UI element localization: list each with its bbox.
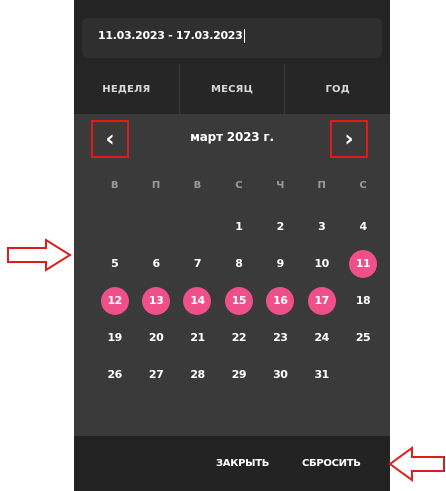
weekday-label: В [193, 180, 202, 191]
calendar-day[interactable]: 28 [177, 356, 218, 393]
calendar-day-label: 1 [235, 220, 243, 233]
calendar-day-label: 31 [314, 368, 329, 381]
calendar-day[interactable]: 16 [260, 282, 301, 319]
calendar-day[interactable]: 5 [94, 245, 135, 282]
calendar-day-label: 28 [190, 368, 205, 381]
calendar-day[interactable]: 15 [218, 282, 259, 319]
weekday-label: В [110, 180, 119, 191]
calendar-day-label: 23 [273, 331, 288, 344]
weekday-label: Ч [276, 180, 285, 191]
calendar-day-label: 25 [355, 331, 371, 344]
calendar-day-label: 15 [224, 286, 253, 315]
calendar-day[interactable]: 10 [301, 245, 342, 282]
calendar-day-label: 17 [307, 286, 336, 315]
calendar-day[interactable]: 4 [342, 208, 383, 245]
calendar-day-label: 29 [231, 368, 247, 381]
calendar-empty-cell [135, 208, 176, 245]
calendar-day-label: 27 [148, 368, 164, 381]
calendar-day-label: 3 [318, 220, 326, 233]
date-input-area: 11.03.2023 - 17.03.2023 [74, 0, 390, 64]
calendar-day[interactable]: 20 [135, 319, 176, 356]
calendar-day-label [101, 213, 129, 241]
date-range-value: 11.03.2023 - 17.03.2023 [98, 29, 243, 42]
close-button[interactable]: ЗАКРЫТЬ [216, 458, 269, 469]
calendar-day-label: 30 [273, 368, 288, 381]
calendar-day-label: 6 [152, 257, 161, 270]
next-month-button[interactable]: › [330, 120, 368, 158]
calendar-day[interactable]: 19 [94, 319, 135, 356]
month-header: ‹ март 2023 г. › [74, 118, 390, 164]
calendar-day[interactable]: 14 [177, 282, 218, 319]
calendar-day[interactable]: 2 [260, 208, 301, 245]
calendar-day[interactable]: 21 [177, 319, 218, 356]
reset-button[interactable]: СБРОСИТЬ [302, 458, 361, 469]
calendar-day-label: 14 [183, 286, 212, 315]
calendar-day-label: 4 [359, 220, 367, 233]
calendar-day-label: 13 [142, 286, 171, 315]
calendar-day[interactable]: 27 [135, 356, 176, 393]
calendar-day-label: 2 [276, 220, 285, 233]
weekday-label: С [359, 180, 367, 191]
calendar-empty-cell [94, 208, 135, 245]
calendar-day-label: 18 [355, 294, 371, 307]
calendar-day[interactable]: 24 [301, 319, 342, 356]
weekday-label: П [317, 180, 326, 191]
chevron-right-icon: › [344, 126, 354, 152]
date-range-text: 11.03.2023 - 17.03.2023 [98, 29, 245, 43]
calendar-day[interactable]: 26 [94, 356, 135, 393]
calendar-day[interactable]: 29 [218, 356, 259, 393]
calendar-day[interactable]: 1 [218, 208, 259, 245]
calendar-day[interactable]: 23 [260, 319, 301, 356]
calendar-day-label [142, 213, 170, 241]
calendar-day-label: 20 [148, 331, 164, 344]
calendar-day[interactable]: 3 [301, 208, 342, 245]
calendar-day[interactable]: 31 [301, 356, 342, 393]
text-caret [243, 29, 245, 43]
calendar-day-label: 24 [314, 331, 329, 344]
weekday-header: В П В С Ч П С [94, 176, 384, 196]
calendar-day-label: 21 [190, 331, 205, 344]
calendar-day-label: 19 [107, 331, 123, 344]
date-picker-panel: 11.03.2023 - 17.03.2023 НЕДЕЛЯ МЕСЯЦ ГОД… [74, 0, 390, 491]
calendar-day[interactable]: 18 [342, 282, 383, 319]
calendar-day[interactable]: 11 [342, 245, 383, 282]
weekday-label: С [235, 180, 243, 191]
calendar-day[interactable]: 8 [218, 245, 259, 282]
calendar-day-label: 5 [111, 257, 119, 270]
calendar-day-label: 22 [231, 331, 247, 344]
day-grid: 1 2 3 4 5 6 7 8 9 10 11 12 13 14 15 16 17 18 19 20 21 22 23 24 2… [94, 208, 384, 393]
calendar-day-label: 26 [107, 368, 123, 381]
calendar-day-label: 16 [266, 286, 295, 315]
calendar-day[interactable]: 17 [301, 282, 342, 319]
calendar-empty-cell [177, 208, 218, 245]
outline-arrow-icon [388, 446, 445, 482]
calendar-day[interactable]: 9 [260, 245, 301, 282]
calendar-day-label: 9 [276, 257, 285, 270]
calendar-day[interactable]: 7 [177, 245, 218, 282]
tab-week[interactable]: НЕДЕЛЯ [74, 64, 180, 114]
period-tabs: НЕДЕЛЯ МЕСЯЦ ГОД [74, 64, 390, 114]
calendar-day-label: 12 [100, 286, 129, 315]
calendar-day[interactable]: 12 [94, 282, 135, 319]
calendar-day-label: 7 [193, 257, 202, 270]
calendar-day[interactable]: 22 [218, 319, 259, 356]
date-range-field[interactable]: 11.03.2023 - 17.03.2023 [82, 18, 382, 58]
outline-arrow-icon [7, 238, 72, 272]
calendar-day[interactable]: 30 [260, 356, 301, 393]
weekday-label: П [151, 180, 161, 191]
calendar-day[interactable]: 25 [342, 319, 383, 356]
calendar-day-label [183, 213, 211, 241]
tab-year[interactable]: ГОД [285, 64, 390, 114]
calendar-day-label: 8 [235, 257, 243, 270]
calendar-day-label: 10 [314, 257, 329, 270]
tab-month[interactable]: МЕСЯЦ [180, 64, 286, 114]
calendar-day[interactable]: 13 [135, 282, 176, 319]
picker-footer: ЗАКРЫТЬ СБРОСИТЬ [74, 436, 390, 491]
calendar-day[interactable]: 6 [135, 245, 176, 282]
calendar-day-label: 11 [349, 249, 378, 278]
